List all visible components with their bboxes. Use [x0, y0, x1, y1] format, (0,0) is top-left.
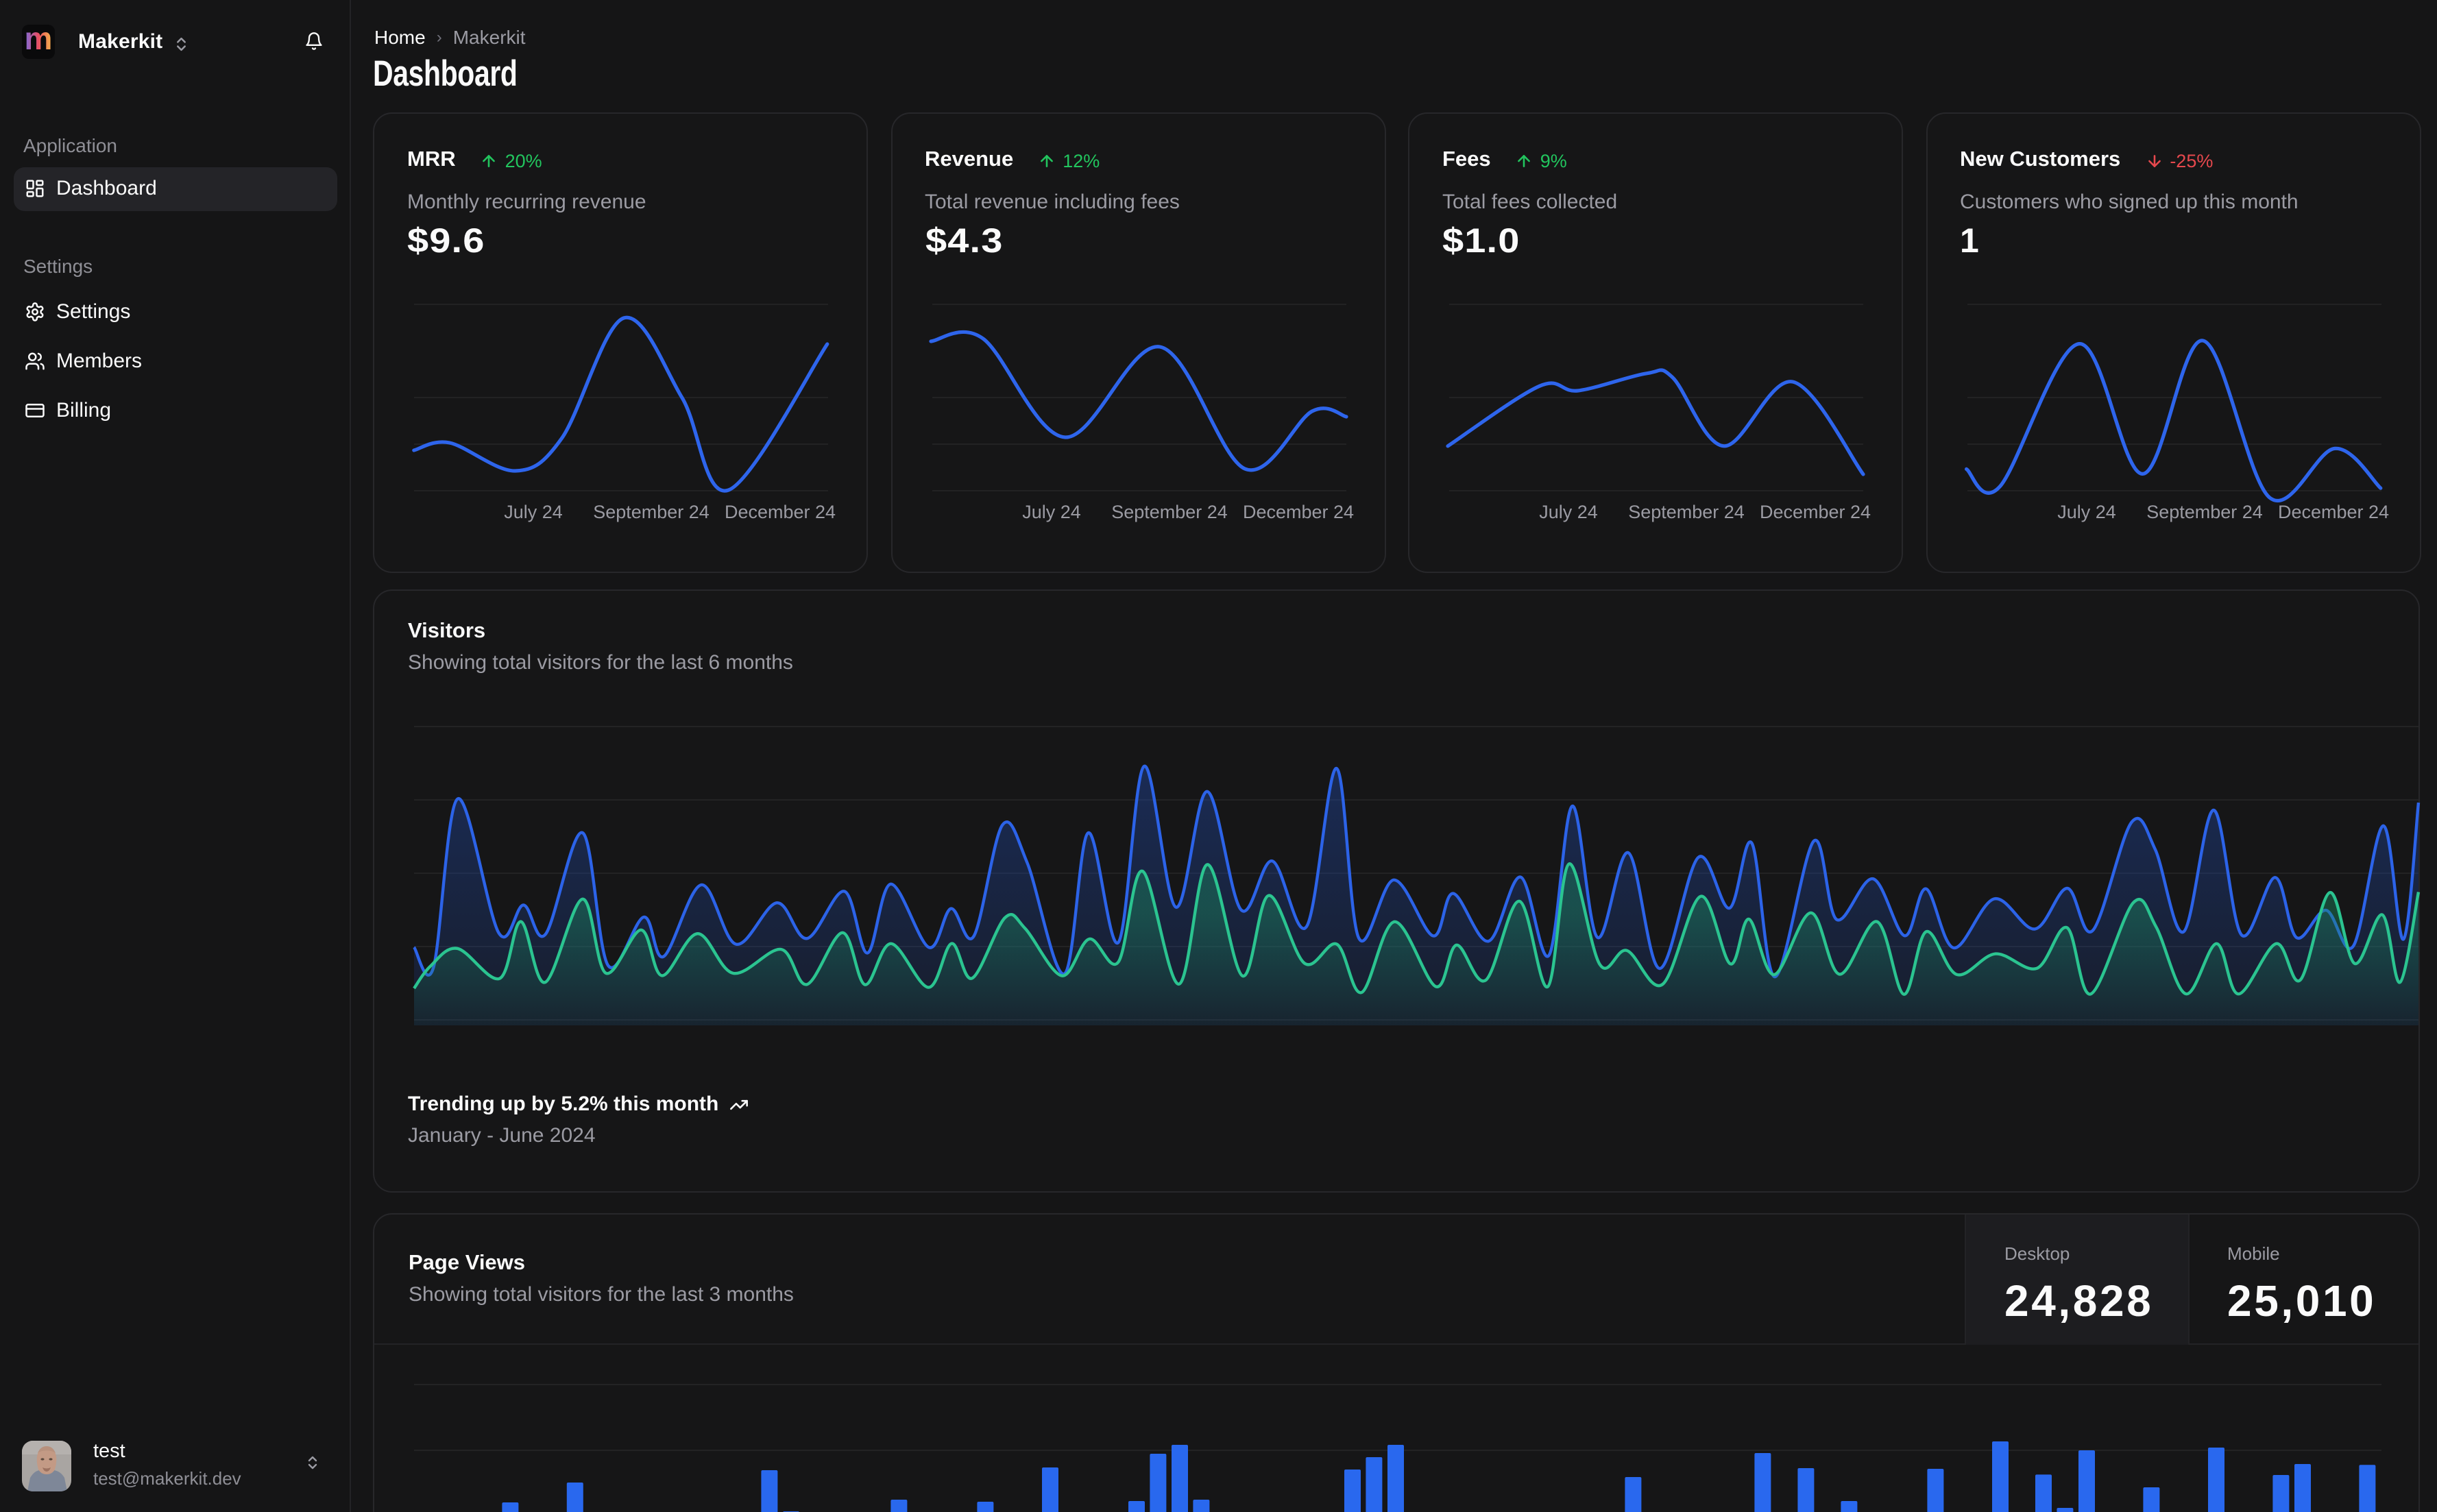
- svg-text:December 24: December 24: [725, 502, 836, 522]
- svg-text:July 24: July 24: [1539, 502, 1598, 522]
- svg-text:December 24: December 24: [1242, 502, 1353, 522]
- svg-text:December 24: December 24: [1760, 502, 1871, 522]
- svg-text:July 24: July 24: [504, 502, 563, 522]
- svg-text:July 24: July 24: [2057, 502, 2115, 522]
- svg-text:July 24: July 24: [1021, 502, 1080, 522]
- svg-text:September 24: September 24: [1111, 502, 1227, 522]
- svg-text:September 24: September 24: [593, 502, 710, 522]
- svg-text:September 24: September 24: [1628, 502, 1745, 522]
- svg-text:September 24: September 24: [2146, 502, 2262, 522]
- svg-text:December 24: December 24: [2277, 502, 2388, 522]
